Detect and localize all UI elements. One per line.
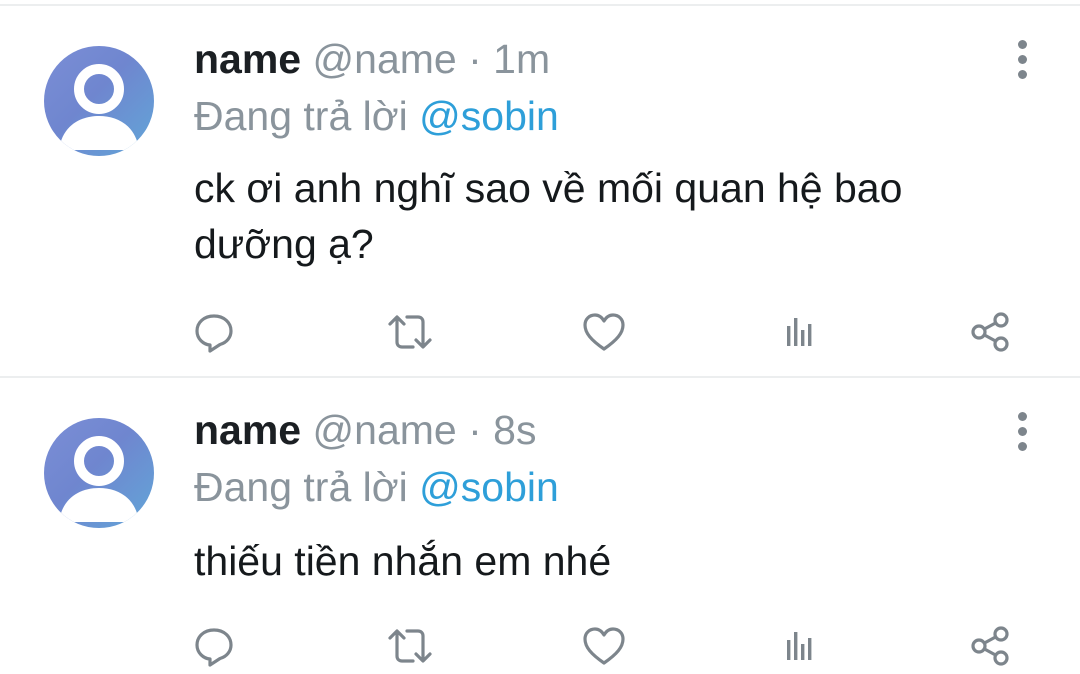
retweet-icon [388,629,432,663]
more-options-button[interactable] [1004,406,1040,456]
heart-icon [583,627,625,665]
like-button[interactable] [576,618,632,674]
tweet-1[interactable]: name @name · 1m Đang trả lời @sobin ck ơ… [0,0,1080,375]
separator-dot: · [468,407,482,453]
analytics-button[interactable] [770,618,826,674]
share-icon [971,626,1009,666]
reply-icon [195,314,233,353]
replying-to-line: Đang trả lời @sobin [194,464,559,510]
default-avatar-icon [59,64,139,150]
display-name[interactable]: name [194,407,301,453]
reply-prefix: Đang trả lời [194,464,408,510]
avatar[interactable] [44,46,154,156]
analytics-icon [787,318,812,346]
share-button[interactable] [962,618,1018,674]
more-options-button[interactable] [1004,34,1040,84]
analytics-button[interactable] [770,304,826,360]
reply-button[interactable] [186,304,242,360]
tweet-text: thiếu tiền nhắn em nhé [194,538,612,584]
reply-mention-link[interactable]: @sobin [419,93,559,139]
tweet-header: name @name · 1m [194,36,550,82]
share-icon [971,312,1009,352]
tweet-time[interactable]: 8s [493,407,536,453]
avatar[interactable] [44,418,154,528]
reply-prefix: Đang trả lời [194,93,408,139]
separator-dot: · [468,36,482,82]
reply-button[interactable] [186,618,242,674]
tweet-text: ck ơi anh nghĩ sao về mối quan hệ bao dư… [194,165,903,267]
more-vertical-icon [1017,411,1027,421]
display-name[interactable]: name [194,36,301,82]
user-handle[interactable]: @name [313,407,457,453]
retweet-button[interactable] [382,304,438,360]
heart-icon [583,313,625,351]
retweet-icon [388,315,432,349]
share-button[interactable] [962,304,1018,360]
retweet-button[interactable] [382,618,438,674]
like-button[interactable] [576,304,632,360]
tweet-2[interactable]: name @name · 8s Đang trả lời @sobin thiế… [0,378,1080,672]
tweet-time[interactable]: 1m [493,36,550,82]
user-handle[interactable]: @name [313,36,457,82]
more-vertical-icon [1017,39,1027,49]
reply-icon [195,628,233,667]
tweet-header: name @name · 8s [194,407,536,453]
reply-mention-link[interactable]: @sobin [419,464,559,510]
default-avatar-icon [59,436,139,522]
analytics-icon [787,632,812,660]
replying-to-line: Đang trả lời @sobin [194,93,559,139]
